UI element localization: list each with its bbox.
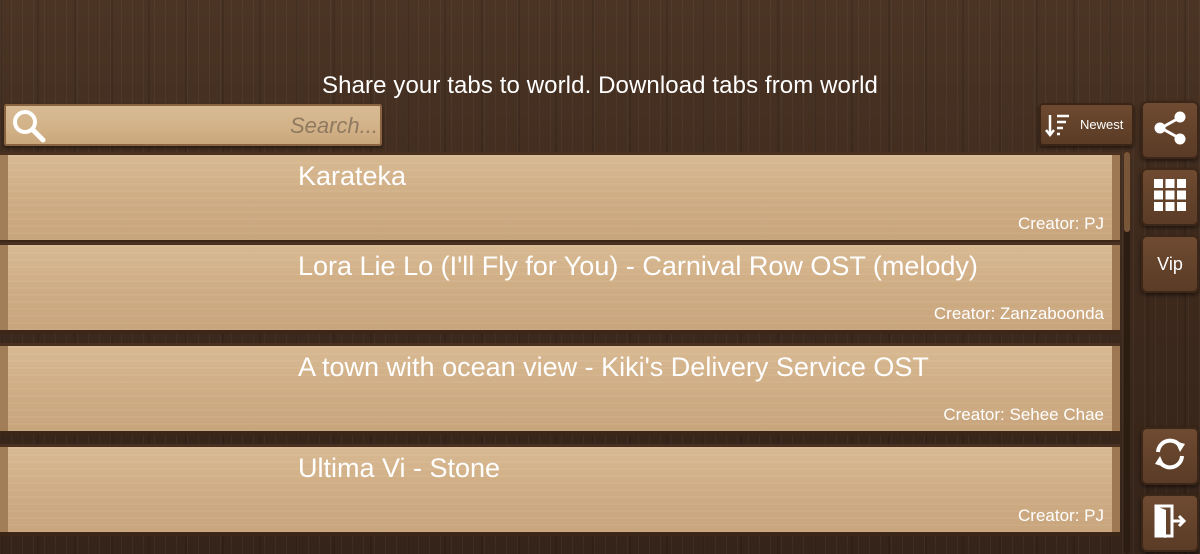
- tab-creator: Creator: Sehee Chae: [943, 405, 1104, 424]
- page-tagline: Share your tabs to world. Download tabs …: [322, 72, 878, 99]
- sort-newest-button[interactable]: Newest: [1039, 103, 1134, 146]
- tab-list-item[interactable]: Karateka Creator: PJ: [0, 152, 1120, 244]
- sort-descending-icon: [1044, 111, 1072, 139]
- tab-title: A town with ocean view - Kiki's Delivery…: [298, 352, 929, 382]
- share-button[interactable]: [1141, 101, 1199, 159]
- refresh-button[interactable]: [1141, 427, 1199, 485]
- tab-list: Karateka Creator: PJ Lora Lie Lo (I'll F…: [0, 152, 1120, 554]
- search-icon[interactable]: [12, 109, 46, 143]
- vip-button[interactable]: Vip: [1141, 235, 1199, 293]
- tab-title: Karateka: [298, 161, 407, 191]
- tab-creator: Creator: Zanzaboonda: [933, 304, 1104, 323]
- search-bar: [4, 104, 382, 146]
- tab-list-item[interactable]: A town with ocean view - Kiki's Delivery…: [0, 343, 1120, 435]
- refresh-icon: [1151, 435, 1189, 478]
- exit-button[interactable]: [1141, 494, 1199, 552]
- grid-menu-button[interactable]: [1141, 168, 1199, 226]
- tab-list-item[interactable]: Lora Lie Lo (I'll Fly for You) - Carniva…: [0, 242, 1120, 334]
- exit-door-icon: [1151, 502, 1189, 545]
- share-icon: [1151, 109, 1189, 152]
- grid-icon: [1151, 176, 1189, 219]
- scrollbar-thumb[interactable]: [1124, 152, 1130, 232]
- list-scrollbar[interactable]: [1124, 152, 1130, 554]
- tab-title: Ultima Vi - Stone: [298, 453, 501, 483]
- tab-list-item[interactable]: Ultima Vi - Stone Creator: PJ: [0, 444, 1120, 536]
- sort-label: Newest: [1080, 117, 1124, 132]
- tab-title: Lora Lie Lo (I'll Fly for You) - Carniva…: [298, 251, 978, 281]
- tab-creator: Creator: PJ: [1018, 214, 1104, 233]
- search-input[interactable]: [54, 110, 380, 142]
- tab-creator: Creator: PJ: [1018, 506, 1104, 525]
- vip-label: Vip: [1157, 253, 1183, 274]
